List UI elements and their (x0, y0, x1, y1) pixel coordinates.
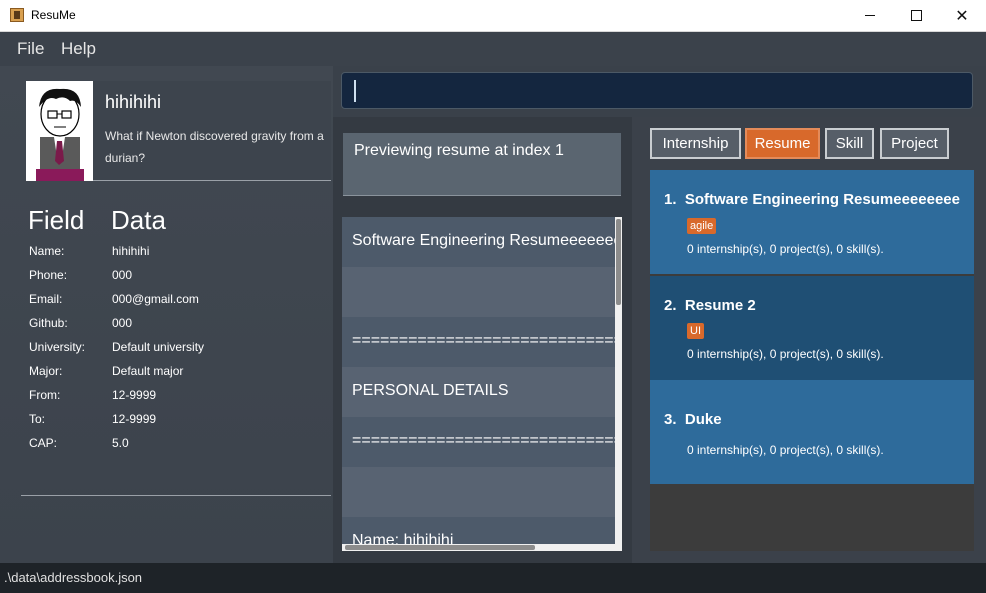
field-label-phone: Phone: (29, 268, 68, 282)
result-message: Previewing resume at index 1 (354, 142, 564, 159)
minimize-icon (865, 15, 875, 16)
preview-line (342, 467, 615, 517)
field-value-to: 12-9999 (112, 412, 157, 426)
field-label-cap: CAP: (29, 436, 58, 450)
preview-horizontal-scroll-thumb[interactable] (345, 545, 535, 550)
resume-summary: 0 internship(s), 0 project(s), 0 skill(s… (687, 242, 884, 256)
tab-project[interactable]: Project (880, 128, 949, 159)
preview-horizontal-scrollbar[interactable] (342, 544, 615, 551)
field-label-github: Github: (29, 316, 68, 330)
menu-bar: File Help (0, 32, 986, 66)
avatar-image (26, 81, 93, 181)
menu-help[interactable]: Help (61, 39, 96, 59)
close-button[interactable]: ✕ (939, 0, 985, 31)
field-label-major: Major: (29, 364, 63, 378)
close-icon: ✕ (955, 6, 969, 25)
profile-bio: What if Newton discovered gravity from a… (105, 129, 324, 165)
field-label-name: Name: (29, 244, 65, 258)
field-value-major: Default major (112, 364, 184, 378)
field-label-to: To: (29, 412, 46, 426)
field-value-from: 12-9999 (112, 388, 157, 402)
app-icon (10, 8, 24, 22)
resume-card-title: 3. Duke (664, 411, 722, 428)
avatar (26, 81, 93, 181)
command-input[interactable] (341, 72, 973, 109)
preview-line: ==================================== (342, 317, 615, 367)
field-value-cap: 5.0 (112, 436, 129, 450)
resume-card[interactable]: 3. Duke 0 internship(s), 0 project(s), 0… (650, 380, 974, 484)
resume-card[interactable]: 1. Software Engineering Resumeeeeeeee ag… (650, 170, 974, 274)
field-value-name: hihihihi (112, 244, 150, 258)
field-value-github: 000 (112, 316, 133, 330)
minimize-button[interactable] (847, 0, 893, 31)
resume-summary: 0 internship(s), 0 project(s), 0 skill(s… (687, 443, 884, 457)
preview-vertical-scrollbar[interactable] (615, 217, 622, 551)
profile-bottom-divider (21, 495, 331, 496)
tab-internship[interactable]: Internship (650, 128, 741, 159)
field-value-phone: 000 (112, 268, 133, 282)
preview-line: Software Engineering Resumeeeeeeee (342, 217, 615, 267)
title-bar: ResuMe ✕ (0, 0, 986, 32)
field-value-email: 000@gmail.com (112, 292, 199, 306)
resume-card[interactable]: 2. Resume 2 UI 0 internship(s), 0 projec… (650, 276, 974, 380)
data-column-header: Data (111, 205, 166, 235)
field-label-university: University: (29, 340, 86, 354)
preview-line (342, 267, 615, 317)
text-caret (354, 80, 356, 102)
maximize-icon (910, 10, 922, 21)
resume-summary: 0 internship(s), 0 project(s), 0 skill(s… (687, 347, 884, 361)
status-bar: .\data\addressbook.json (0, 563, 986, 593)
resume-tag: UI (687, 323, 704, 339)
preview-line: ==================================== (342, 417, 615, 467)
profile-divider (93, 180, 331, 181)
save-location: .\data\addressbook.json (4, 570, 143, 585)
field-label-from: From: (29, 388, 61, 402)
app-window: ResuMe ✕ File Help hihihihi What if Newt… (0, 0, 986, 593)
maximize-button[interactable] (893, 0, 939, 31)
tab-resume[interactable]: Resume (745, 128, 820, 159)
field-value-university: Default university (112, 340, 205, 354)
window-title: ResuMe (31, 8, 76, 22)
result-display: Previewing resume at index 1 (343, 133, 621, 196)
profile-name: hihihihi (105, 92, 162, 112)
resume-tag: agile (687, 218, 717, 234)
resume-preview-list[interactable]: Software Engineering Resumeeeeeeee =====… (342, 217, 622, 551)
field-column-header: Field (28, 205, 85, 235)
preview-line: PERSONAL DETAILS (342, 367, 615, 417)
field-label-email: Email: (29, 292, 63, 306)
resume-card-title: 1. Software Engineering Resumeeeeeeee (664, 191, 960, 208)
preview-vertical-scroll-thumb[interactable] (616, 219, 621, 305)
menu-file[interactable]: File (17, 39, 44, 59)
tab-skill[interactable]: Skill (825, 128, 874, 159)
resume-card-title: 2. Resume 2 (664, 297, 756, 314)
